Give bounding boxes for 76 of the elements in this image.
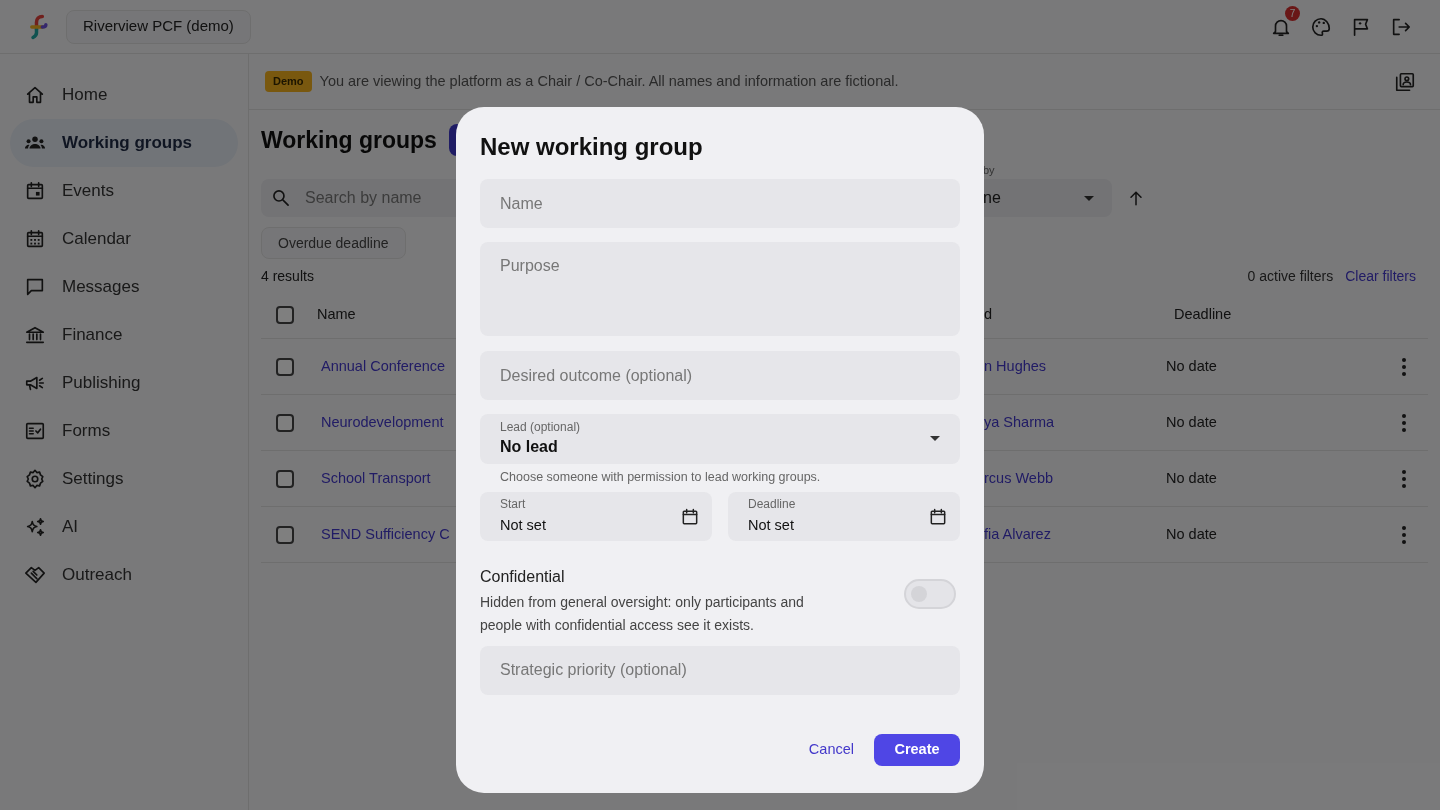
sidebar-item[interactable]: Settings — [10, 455, 238, 503]
sidebar-item[interactable]: Home — [10, 71, 238, 119]
create-button[interactable]: Create — [874, 733, 960, 766]
lead-link[interactable]: fia Alvarez — [984, 523, 1051, 546]
group-name-link[interactable]: SEND Sufficiency C — [321, 523, 450, 546]
confidential-toggle[interactable] — [904, 578, 956, 609]
dropdown-caret-icon — [1084, 195, 1094, 201]
confidential-label: Confidential — [480, 566, 566, 587]
sidebar-item[interactable]: Calendar — [10, 215, 238, 263]
sidebar-item[interactable]: Publishing — [10, 359, 238, 407]
sidebar-item[interactable]: Outreach — [10, 551, 238, 599]
cancel-button[interactable]: Cancel — [808, 738, 854, 761]
sidebar-item[interactable]: Working groups — [10, 119, 238, 167]
calendar-icon — [680, 506, 700, 527]
filter-chip[interactable]: Overdue deadline — [261, 227, 406, 259]
demo-badge: Demo — [265, 71, 312, 92]
sidebar-item[interactable]: Messages — [10, 263, 238, 311]
sort-label: by — [983, 163, 995, 178]
profile-cards-icon — [1394, 70, 1416, 93]
checkbox[interactable] — [276, 469, 294, 488]
form-icon — [24, 420, 46, 442]
active-filters-count: 0 active filters — [1247, 266, 1334, 286]
sidebar-item[interactable]: Forms — [10, 407, 238, 455]
dropdown-caret-icon — [930, 436, 940, 441]
priority-field[interactable]: Strategic priority (optional) — [480, 645, 960, 695]
lead-select[interactable]: Lead (optional) No lead — [480, 414, 960, 464]
lead-helper-text: Choose someone with permission to lead working groups. — [499, 469, 822, 486]
clear-filters-link[interactable]: Clear filters — [1345, 265, 1416, 287]
column-header: Deadline — [1174, 304, 1232, 324]
calendar-icon — [24, 228, 46, 250]
more-icon — [1402, 469, 1406, 488]
group-name-link[interactable]: School Transport — [321, 467, 431, 490]
group-name-link[interactable]: Annual Conference — [321, 355, 446, 378]
palette-icon — [1310, 15, 1332, 38]
confidential-description: Hidden from general oversight: only participants and people with confidential access see it exists. — [480, 592, 805, 635]
lead-link[interactable]: rcus Webb — [984, 467, 1054, 490]
date-field[interactable]: Start Not set — [480, 491, 712, 541]
notification-badge: 7 — [1285, 5, 1300, 21]
settings-icon — [24, 468, 46, 490]
chat-icon — [24, 276, 46, 298]
deadline-cell-text: No date — [1166, 356, 1217, 376]
home-icon — [24, 84, 46, 106]
checkbox[interactable] — [276, 357, 294, 376]
search-icon — [273, 190, 289, 206]
dialog-title: New working group — [480, 132, 704, 162]
sidebar-item[interactable]: Events — [10, 167, 238, 215]
sparkle-icon — [24, 516, 46, 538]
lead-link[interactable]: ya Sharma — [984, 411, 1055, 434]
column-header: d — [984, 304, 993, 324]
more-icon — [1402, 413, 1406, 432]
more-icon — [1402, 357, 1406, 376]
sidebar-item[interactable]: AI — [10, 503, 238, 551]
calendar-icon — [24, 180, 46, 202]
checkbox[interactable] — [276, 305, 294, 324]
sidebar-item[interactable]: Finance — [10, 311, 238, 359]
name-field[interactable]: Name — [480, 179, 960, 228]
deadline-cell-text: No date — [1166, 412, 1217, 432]
column-header: Name — [317, 304, 356, 324]
banner-text: You are viewing the platform as a Chair / Co-Chair. All names and information are fictional. — [319, 71, 899, 91]
deadline-cell-text: No date — [1166, 524, 1217, 544]
more-icon — [1402, 525, 1406, 544]
results-count: 4 results — [261, 266, 314, 286]
workspace-button[interactable]: Riverview PCF (demo) — [66, 9, 251, 44]
purpose-field[interactable]: Purpose — [480, 242, 960, 336]
checkbox[interactable] — [276, 525, 294, 544]
checkbox[interactable] — [276, 413, 294, 432]
deadline-cell-text: No date — [1166, 468, 1217, 488]
page-title: Working groups — [261, 125, 437, 155]
calendar-icon — [928, 506, 948, 527]
lead-link[interactable]: n Hughes — [984, 355, 1047, 378]
group-name-link[interactable]: Neurodevelopment — [321, 411, 444, 434]
bank-icon — [24, 324, 46, 346]
sort-select[interactable]: ne — [983, 179, 1112, 217]
date-field[interactable]: Deadline Not set — [728, 491, 960, 541]
handshake-icon — [24, 564, 46, 586]
outcome-field[interactable]: Desired outcome (optional) — [480, 351, 960, 400]
